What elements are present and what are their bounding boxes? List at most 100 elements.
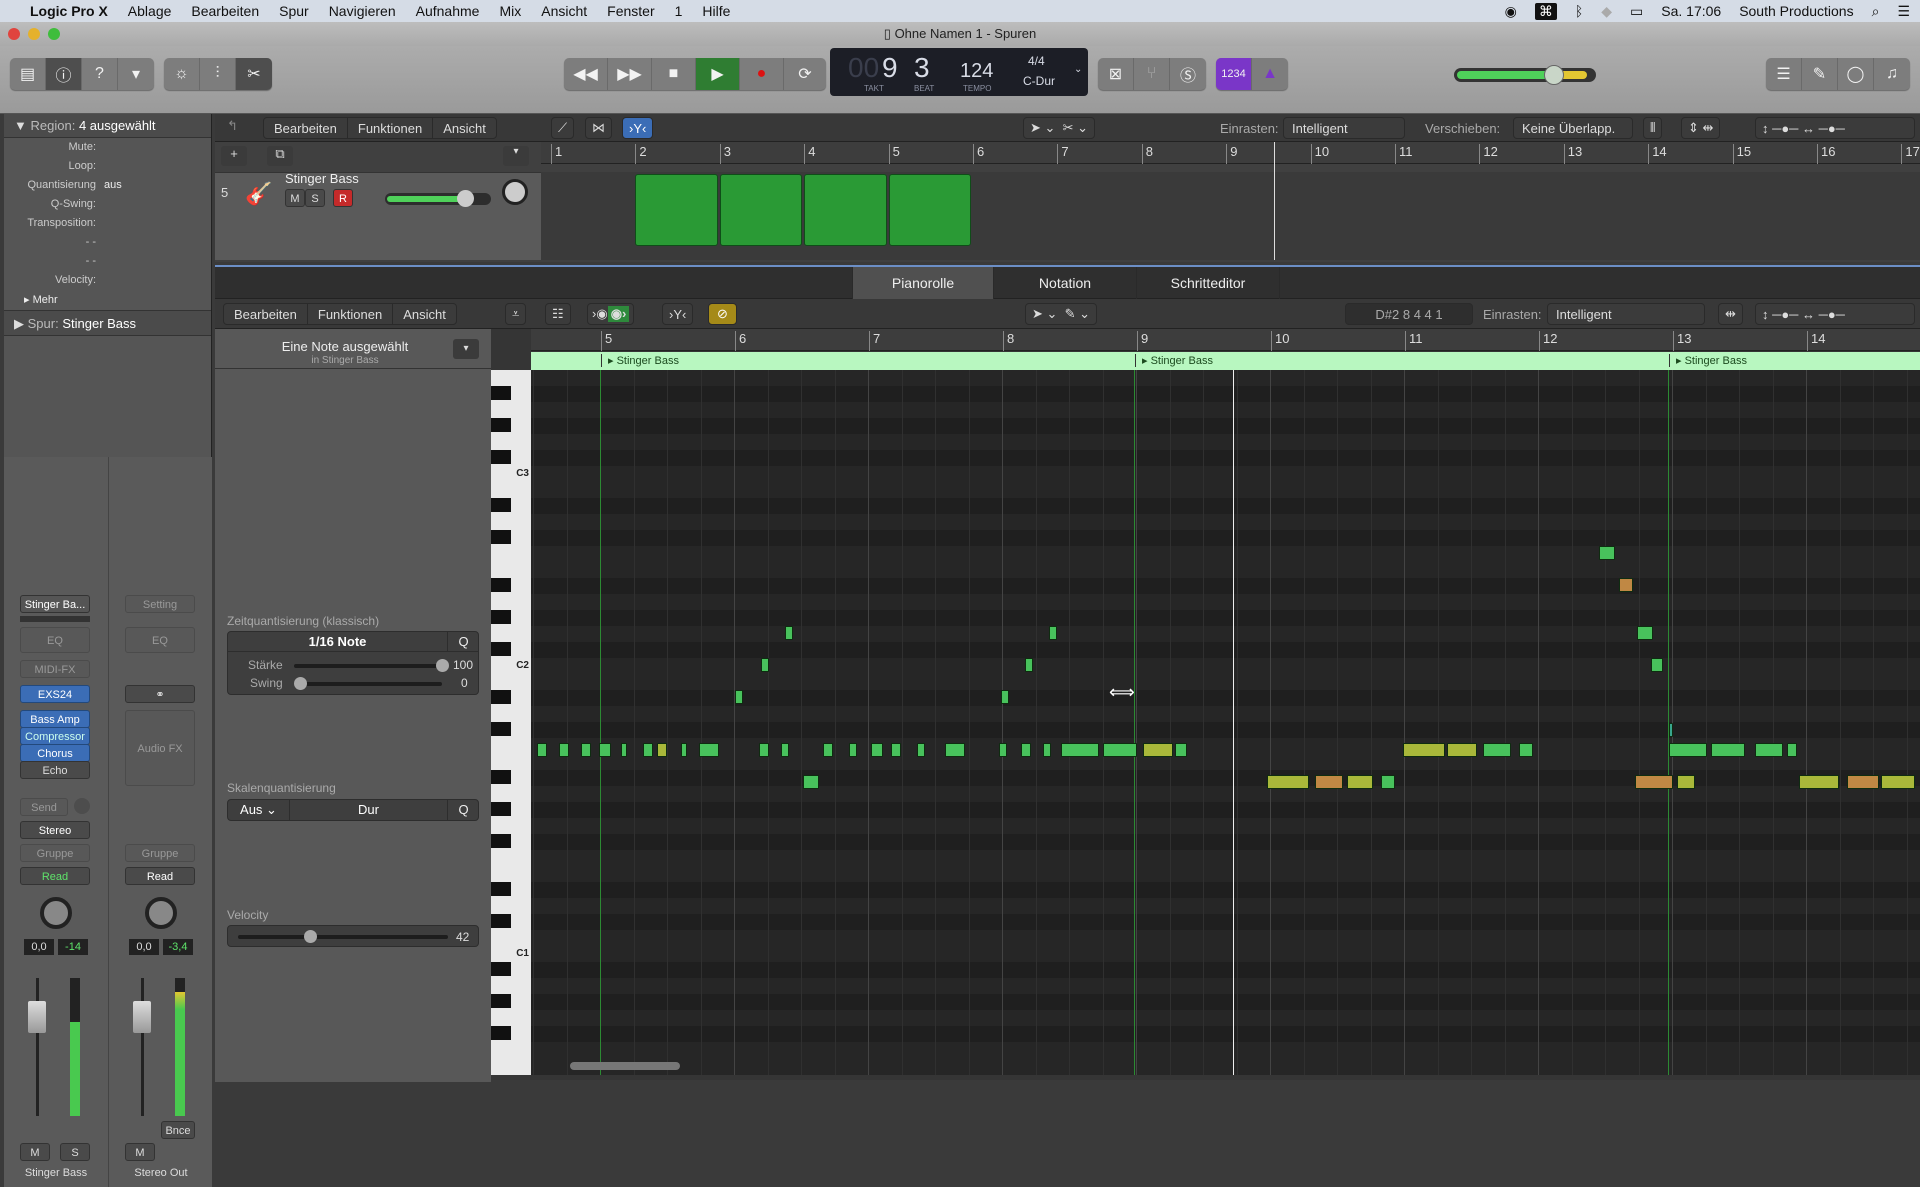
tracks-menu-ansicht[interactable]: Ansicht (433, 118, 496, 138)
midi-note[interactable] (1103, 743, 1137, 757)
stop-button[interactable]: ■ (652, 58, 696, 90)
horizontal-scrollbar[interactable] (570, 1062, 680, 1070)
midi-note[interactable] (599, 743, 611, 757)
inspector-row[interactable]: Q-Swing: (4, 195, 211, 214)
midi-note[interactable] (891, 743, 901, 757)
instrument-slot[interactable]: EXS24 (20, 685, 90, 703)
audio-fx-slot-1[interactable]: Bass Amp (20, 710, 90, 728)
lcd-tempo[interactable]: 124 (960, 60, 993, 83)
swing-slider[interactable] (294, 677, 442, 690)
tracks-ruler[interactable]: 1 2 3 4 5 6 7 8 9 10 11 12 13 14 15 16 17 (541, 142, 1920, 164)
midi-note[interactable] (1043, 743, 1051, 757)
menu-aufnahme[interactable]: Aufnahme (406, 3, 490, 19)
replace-icon[interactable]: ⊠ (1098, 58, 1134, 90)
strength-slider[interactable] (294, 659, 449, 672)
midi-note[interactable] (1483, 743, 1511, 757)
playhead[interactable] (1233, 370, 1234, 1075)
catch-playhead-icon[interactable]: ›Y‹ (622, 117, 654, 139)
midi-note[interactable] (781, 743, 789, 757)
note-grid[interactable]: ⟺ (531, 370, 1920, 1075)
black-key[interactable] (491, 722, 511, 736)
menu-spur[interactable]: Spur (269, 3, 319, 19)
inspector-icon[interactable]: ⓘ (46, 58, 82, 90)
smart-controls-icon[interactable]: ☼ (164, 58, 200, 90)
midi-note[interactable] (1519, 743, 1533, 757)
midi-note[interactable] (823, 743, 833, 757)
tab-schritteditor[interactable]: Schritteditor (1137, 267, 1280, 299)
quantize-button[interactable]: Q (448, 632, 479, 652)
waveform-zoom-icon[interactable]: ⫴ (1643, 117, 1663, 139)
midi-note[interactable] (1347, 775, 1373, 789)
menu-fenster[interactable]: Fenster (597, 3, 664, 19)
inspector-row-value[interactable]: aus (104, 179, 122, 191)
track-pan-knob[interactable] (502, 179, 528, 205)
midi-note[interactable] (849, 743, 857, 757)
midi-note[interactable] (1637, 626, 1653, 640)
editor-menu-ansicht[interactable]: Ansicht (393, 304, 456, 324)
record-status-icon[interactable]: ◉ (1505, 3, 1517, 20)
region-name-label[interactable]: ▸ Stinger Bass (601, 354, 679, 367)
menu-app[interactable]: Logic Pro X (20, 3, 118, 19)
volume-readout[interactable]: 0,0 (24, 939, 54, 955)
black-key[interactable] (491, 418, 511, 432)
clock[interactable]: Sa. 17:06 (1661, 3, 1721, 19)
track-solo-button[interactable]: S (305, 189, 325, 207)
record-button[interactable]: ● (740, 58, 784, 90)
menu-ansicht[interactable]: Ansicht (531, 3, 597, 19)
loop-browser-icon[interactable]: ◯ (1838, 58, 1874, 90)
play-button[interactable]: ▶ (696, 58, 740, 90)
solo-button[interactable]: S (60, 1143, 90, 1161)
menu-hilfe[interactable]: Hilfe (692, 3, 740, 19)
track-record-button[interactable]: R (333, 189, 353, 207)
midi-note[interactable] (1315, 775, 1343, 789)
lcd-key[interactable]: C-Dur (1023, 74, 1055, 88)
editor-snap-dropdown[interactable]: Intelligent (1547, 303, 1705, 325)
midi-note[interactable] (1619, 578, 1633, 592)
midi-note[interactable] (1787, 743, 1797, 757)
fit-horizontal-icon[interactable]: ⇹ (1718, 303, 1743, 325)
midi-note[interactable] (1799, 775, 1839, 789)
pan-knob[interactable] (145, 897, 177, 929)
output-slot[interactable]: Stereo (20, 821, 90, 839)
velocity-slider[interactable] (238, 930, 448, 943)
catch-icon[interactable]: ↰ (227, 118, 238, 134)
editors-scissors-icon[interactable]: ✂ (236, 58, 272, 90)
black-key[interactable] (491, 578, 511, 592)
black-key[interactable] (491, 690, 511, 704)
volume-readout[interactable]: 0,0 (129, 939, 159, 955)
black-key[interactable] (491, 642, 511, 656)
peak-readout[interactable]: -14 (58, 939, 88, 955)
track-inspector-header[interactable]: ▶ Spur: Stinger Bass (4, 310, 211, 336)
black-key[interactable] (491, 914, 511, 928)
eq-button[interactable]: EQ (125, 627, 195, 653)
time-quantize-dropdown[interactable]: 1/16 Note (228, 632, 448, 652)
black-key[interactable] (491, 882, 511, 896)
menu-ablage[interactable]: Ablage (118, 3, 182, 19)
midi-note[interactable] (1267, 775, 1309, 789)
scale-quantize-button[interactable]: Q (448, 800, 479, 820)
midi-note[interactable] (1755, 743, 1783, 757)
midi-note[interactable] (1143, 743, 1173, 757)
minimize-window-button[interactable] (28, 28, 40, 40)
strength-knob[interactable] (436, 659, 449, 672)
fit-vertical-icon[interactable]: ⇕ ⇹ (1681, 117, 1721, 139)
piano-keyboard[interactable]: C3 C2 C1 (491, 370, 531, 1075)
add-track-button[interactable]: + (221, 146, 247, 166)
airplay-icon[interactable]: ▭ (1630, 3, 1643, 20)
midi-note[interactable] (1651, 658, 1663, 672)
track-region[interactable] (888, 174, 971, 246)
midi-note[interactable] (643, 743, 653, 757)
black-key[interactable] (491, 834, 511, 848)
velocity-knob[interactable] (304, 930, 318, 943)
bluetooth-icon[interactable]: ᛒ (1575, 3, 1583, 19)
midi-note[interactable] (803, 775, 819, 789)
midi-note[interactable] (1599, 546, 1615, 560)
midi-note[interactable] (559, 743, 569, 757)
black-key[interactable] (491, 386, 511, 400)
swing-knob[interactable] (294, 677, 307, 690)
inspector-row[interactable]: Mute: (4, 138, 211, 157)
midi-note[interactable] (945, 743, 965, 757)
midi-note[interactable] (735, 690, 743, 704)
tab-pianorolle[interactable]: Pianorolle (852, 267, 994, 299)
menu-1[interactable]: 1 (665, 3, 693, 19)
